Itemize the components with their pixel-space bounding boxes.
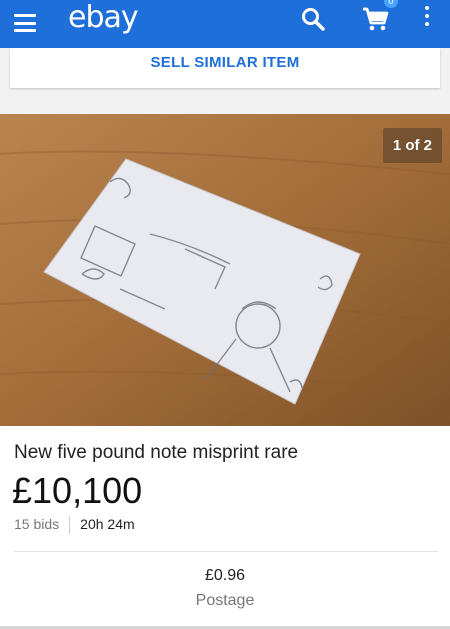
- sell-similar-button[interactable]: SELL SIMILAR ITEM: [10, 48, 440, 78]
- image-counter: 1 of 2: [382, 128, 442, 163]
- postage-label: Postage: [195, 592, 255, 609]
- cart-icon[interactable]: [362, 6, 390, 32]
- menu-icon[interactable]: [14, 14, 36, 32]
- item-image[interactable]: 1 of 2: [0, 114, 450, 426]
- bid-info: 15 bids 20h 24m: [14, 516, 135, 535]
- more-vert-icon[interactable]: [422, 6, 432, 32]
- bid-count[interactable]: 15 bids: [14, 516, 59, 532]
- divider: [69, 516, 71, 535]
- ebay-logo[interactable]: ebay: [68, 0, 139, 35]
- search-icon[interactable]: [300, 6, 326, 32]
- app-bar: ebay 0: [0, 0, 450, 48]
- cart-count-badge[interactable]: 0: [384, 0, 398, 8]
- item-details: New five pound note misprint rare £10,10…: [0, 426, 450, 629]
- item-price: £10,100: [12, 470, 143, 511]
- divider: [14, 551, 438, 552]
- item-title: New five pound note misprint rare: [14, 442, 299, 463]
- sell-similar-card: SELL SIMILAR ITEM: [10, 48, 440, 88]
- postage-value: £0.96: [204, 567, 246, 584]
- time-left: 20h 24m: [80, 516, 135, 532]
